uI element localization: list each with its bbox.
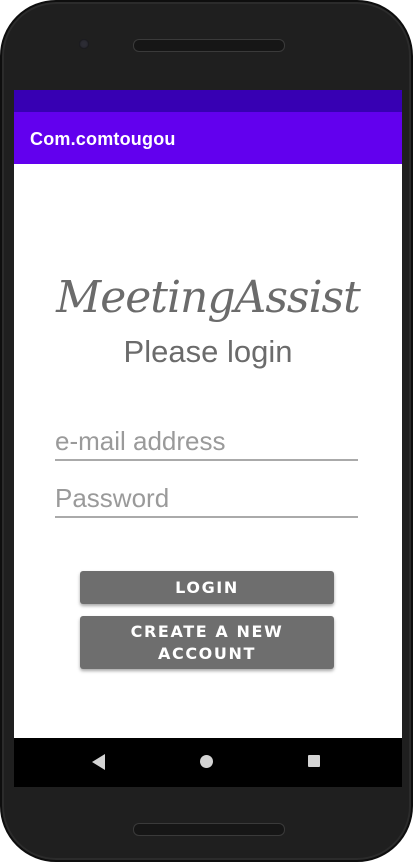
create-account-label-line2: ACCOUNT (158, 643, 256, 663)
create-account-label-line1: CREATE A NEW (130, 621, 284, 641)
login-button[interactable]: LOGIN (80, 571, 334, 604)
front-camera (79, 39, 89, 49)
top-speaker (133, 39, 285, 52)
app-logo: MeetingAssist (56, 272, 361, 323)
app-screen: Com.comtougou MeetingAssist Please login… (14, 90, 402, 787)
app-title: Com.comtougou (30, 129, 176, 149)
recents-square-icon[interactable] (308, 755, 320, 767)
email-field[interactable] (55, 423, 358, 461)
password-field[interactable] (55, 480, 358, 518)
create-account-button[interactable]: CREATE A NEW ACCOUNT (80, 616, 334, 669)
page-subtitle: Please login (123, 334, 293, 369)
phone-frame: Com.comtougou MeetingAssist Please login… (0, 0, 413, 862)
status-bar (14, 90, 402, 112)
home-circle-icon[interactable] (200, 755, 213, 768)
bottom-speaker (133, 823, 285, 836)
back-triangle-icon[interactable] (92, 754, 105, 770)
